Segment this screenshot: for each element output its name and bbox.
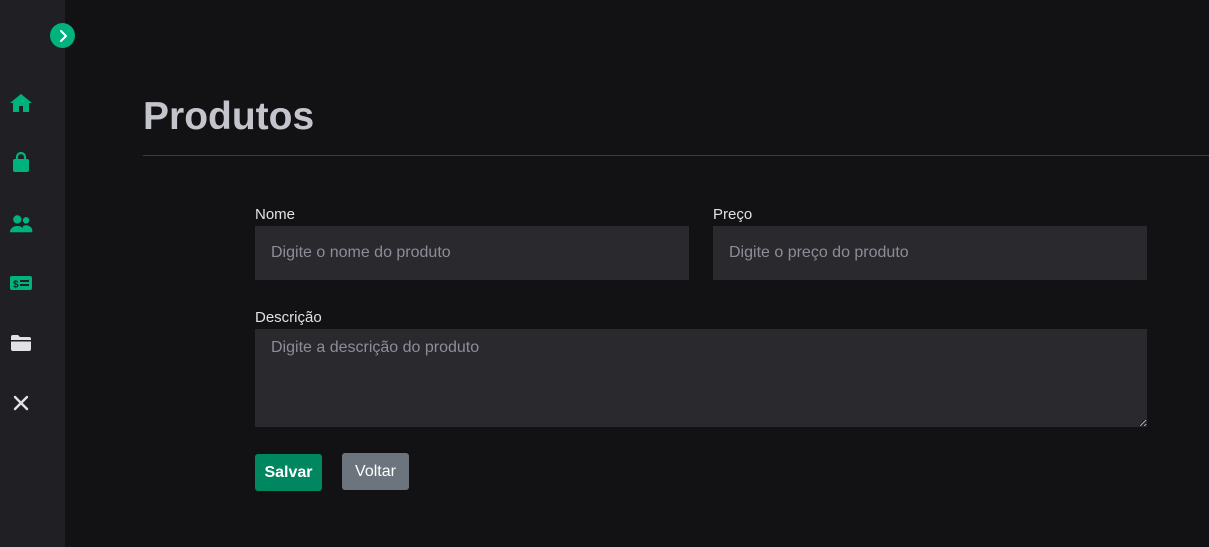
sidebar-item-products[interactable] [9,151,33,175]
back-button[interactable]: Voltar [342,453,409,490]
sidebar-item-home[interactable] [9,91,33,115]
preco-label: Preço [713,206,753,223]
page-title: Produtos [143,95,315,138]
nome-label: Nome [255,206,296,223]
title-divider [143,155,1209,156]
descricao-label: Descrição [255,309,322,326]
preco-input[interactable] [713,226,1147,280]
sidebar-item-users[interactable] [9,212,33,236]
sidebar-item-exit[interactable] [9,391,33,415]
main-content: Produtos Nome Preço Descrição Salvar Vol… [65,0,1209,547]
sidebar-item-sales[interactable]: $ [9,271,33,295]
save-button[interactable]: Salvar [255,454,322,491]
nome-input[interactable] [255,226,689,280]
users-icon [9,215,33,233]
sidebar-item-files[interactable] [9,331,33,355]
home-icon [10,94,32,112]
svg-text:$: $ [13,280,19,291]
money-bill-icon: $ [10,276,32,291]
sidebar: $ [0,0,75,547]
shopping-bag-icon [13,152,29,172]
descricao-textarea[interactable] [255,329,1147,427]
close-icon [13,395,29,411]
folder-icon [11,335,31,351]
